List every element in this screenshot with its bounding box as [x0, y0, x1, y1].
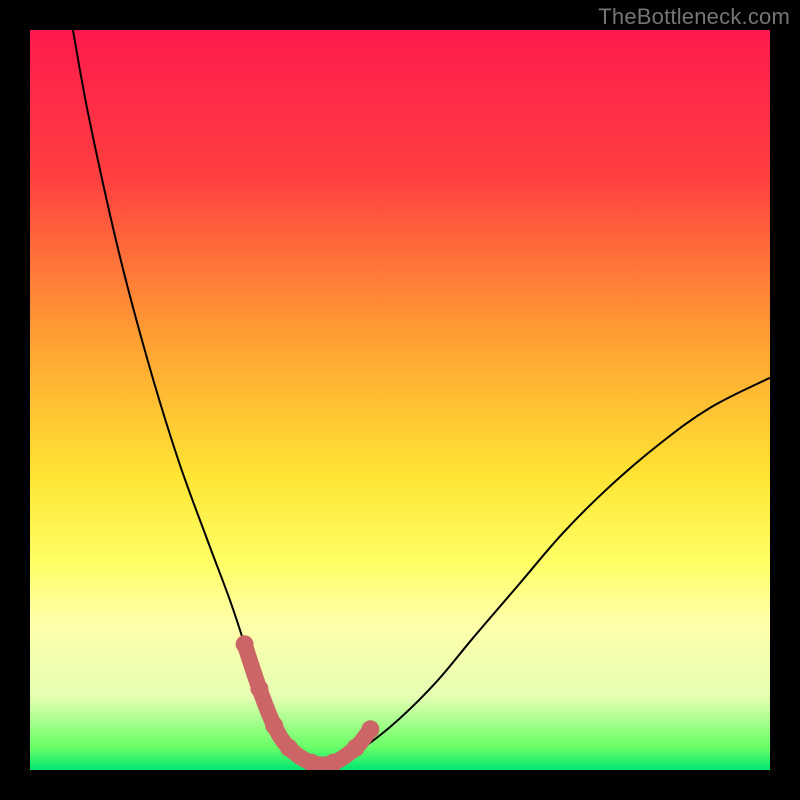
- marker-dot: [250, 680, 268, 698]
- marker-dot: [265, 717, 283, 735]
- marker-dot: [236, 635, 254, 653]
- watermark-text: TheBottleneck.com: [598, 4, 790, 30]
- marker-dot: [347, 739, 365, 757]
- chart-overlay: [30, 30, 770, 770]
- marker-dot: [280, 739, 298, 757]
- marker-dot: [361, 720, 379, 738]
- bottleneck-curve: [73, 30, 770, 765]
- chart-frame: TheBottleneck.com: [0, 0, 800, 800]
- plot-area: [30, 30, 770, 770]
